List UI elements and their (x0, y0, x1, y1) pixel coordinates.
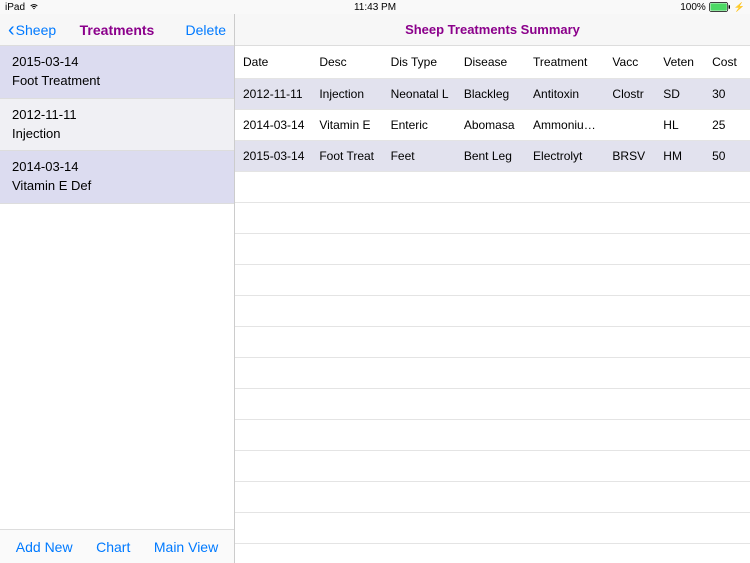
cell-cost: 50 (704, 140, 750, 171)
cell-cost: 30 (704, 78, 750, 109)
empty-row (235, 264, 750, 295)
empty-row (235, 202, 750, 233)
cell-distype: Neonatal L (383, 78, 456, 109)
empty-row (235, 295, 750, 326)
col-header-cost[interactable]: Cost (704, 46, 750, 78)
cell-treatment: Ammoniu… (525, 109, 604, 140)
cell-distype: Feet (383, 140, 456, 171)
table-row[interactable]: 2015-03-14 Foot Treat Feet Bent Leg Elec… (235, 140, 750, 171)
status-time: 11:43 PM (354, 2, 396, 13)
cell-treatment: Antitoxin (525, 78, 604, 109)
status-bar: iPad 11:43 PM 100% ⚡ (0, 0, 750, 14)
cell-veten: HM (655, 140, 704, 171)
empty-row (235, 543, 750, 563)
empty-row (235, 326, 750, 357)
cell-vacc: Clostr (604, 78, 655, 109)
content-title: Sheep Treatments Summary (405, 22, 580, 37)
empty-row (235, 419, 750, 450)
charging-icon: ⚡ (734, 2, 745, 13)
col-header-treatment[interactable]: Treatment (525, 46, 604, 78)
col-header-distype[interactable]: Dis Type (383, 46, 456, 78)
col-header-disease[interactable]: Disease (456, 46, 525, 78)
cell-desc: Foot Treat (311, 140, 382, 171)
add-new-button[interactable]: Add New (16, 539, 73, 555)
sidebar-item-2[interactable]: 2014-03-14 Vitamin E Def (0, 151, 234, 204)
empty-row (235, 233, 750, 264)
sidebar-item-0[interactable]: 2015-03-14 Foot Treatment (0, 46, 234, 99)
cell-vacc: BRSV (604, 140, 655, 171)
sidebar-title: Treatments (80, 22, 155, 38)
sidebar-item-date: 2012-11-11 (12, 106, 222, 125)
device-label: iPad (5, 2, 25, 13)
cell-distype: Enteric (383, 109, 456, 140)
cell-disease: Blackleg (456, 78, 525, 109)
content: Sheep Treatments Summary Date Desc Dis T… (235, 14, 750, 563)
table-row[interactable]: 2012-11-11 Injection Neonatal L Blackleg… (235, 78, 750, 109)
empty-row (235, 481, 750, 512)
cell-date: 2014-03-14 (235, 109, 311, 140)
cell-date: 2015-03-14 (235, 140, 311, 171)
empty-row (235, 171, 750, 202)
cell-desc: Vitamin E (311, 109, 382, 140)
col-header-vacc[interactable]: Vacc (604, 46, 655, 78)
status-left: iPad (5, 2, 39, 13)
sidebar-item-date: 2014-03-14 (12, 158, 222, 177)
cell-cost: 25 (704, 109, 750, 140)
content-header: Sheep Treatments Summary (235, 14, 750, 46)
wifi-icon (29, 2, 39, 13)
sidebar: ‹ Sheep Treatments Delete 2015-03-14 Foo… (0, 14, 235, 563)
status-right: 100% ⚡ (680, 2, 745, 13)
cell-date: 2012-11-11 (235, 78, 311, 109)
table-container: Date Desc Dis Type Disease Treatment Vac… (235, 46, 750, 563)
sidebar-item-desc: Vitamin E Def (12, 177, 222, 196)
table-header-row: Date Desc Dis Type Disease Treatment Vac… (235, 46, 750, 78)
empty-row (235, 357, 750, 388)
table-row[interactable]: 2014-03-14 Vitamin E Enteric Abomasa Amm… (235, 109, 750, 140)
chart-button[interactable]: Chart (96, 539, 130, 555)
battery-icon (709, 2, 731, 12)
cell-desc: Injection (311, 78, 382, 109)
back-button[interactable]: ‹ Sheep (8, 20, 56, 40)
chevron-left-icon: ‹ (8, 20, 15, 40)
cell-vacc (604, 109, 655, 140)
empty-row (235, 388, 750, 419)
back-label: Sheep (16, 22, 56, 38)
sidebar-item-desc: Foot Treatment (12, 72, 222, 91)
sidebar-footer: Add New Chart Main View (0, 529, 234, 563)
cell-treatment: Electrolyt (525, 140, 604, 171)
sidebar-header: ‹ Sheep Treatments Delete (0, 14, 234, 46)
sidebar-item-date: 2015-03-14 (12, 53, 222, 72)
sidebar-item-desc: Injection (12, 125, 222, 144)
empty-row (235, 512, 750, 543)
treatments-table: Date Desc Dis Type Disease Treatment Vac… (235, 46, 750, 563)
sidebar-item-1[interactable]: 2012-11-11 Injection (0, 99, 234, 152)
cell-disease: Abomasa (456, 109, 525, 140)
battery-percent: 100% (680, 2, 706, 13)
sidebar-list: 2015-03-14 Foot Treatment 2012-11-11 Inj… (0, 46, 234, 529)
cell-disease: Bent Leg (456, 140, 525, 171)
main-view-button[interactable]: Main View (154, 539, 218, 555)
col-header-veten[interactable]: Veten (655, 46, 704, 78)
delete-button[interactable]: Delete (186, 22, 226, 38)
cell-veten: SD (655, 78, 704, 109)
col-header-desc[interactable]: Desc (311, 46, 382, 78)
empty-row (235, 450, 750, 481)
cell-veten: HL (655, 109, 704, 140)
col-header-date[interactable]: Date (235, 46, 311, 78)
